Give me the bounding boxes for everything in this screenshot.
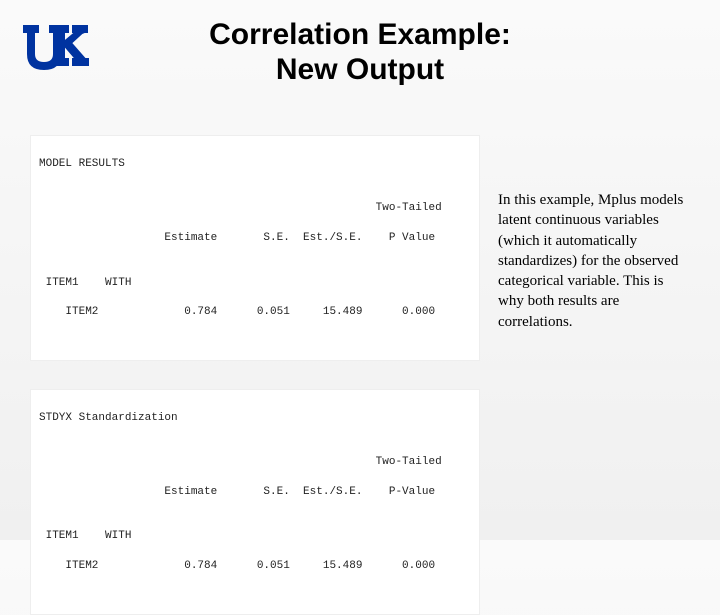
data-row: ITEM2 0.784 0.051 15.489 0.000	[39, 305, 471, 320]
model-results-panel: MODEL RESULTS Two-Tailed Estimate S.E. E…	[30, 135, 480, 361]
stdyx-panel: STDYX Standardization Two-Tailed Estimat…	[30, 389, 480, 615]
section-label: MODEL RESULTS	[39, 157, 471, 172]
header-row: Two-Tailed	[39, 455, 471, 470]
with-row: ITEM1 WITH	[39, 529, 471, 544]
data-row: ITEM2 0.784 0.051 15.489 0.000	[39, 559, 471, 574]
title-line-1: Correlation Example:	[209, 18, 511, 51]
slide-title: Correlation Example: New Output	[0, 0, 720, 87]
content-area: MODEL RESULTS Two-Tailed Estimate S.E. E…	[30, 135, 690, 615]
svg-text:®: ®	[80, 28, 86, 36]
output-column: MODEL RESULTS Two-Tailed Estimate S.E. E…	[30, 135, 480, 615]
section-label: STDYX Standardization	[39, 411, 471, 426]
uk-logo: ®	[20, 20, 90, 75]
header-row-2: Estimate S.E. Est./S.E. P-Value	[39, 485, 471, 500]
header-row-2: Estimate S.E. Est./S.E. P Value	[39, 231, 471, 246]
title-line-2: New Output	[276, 53, 444, 86]
explanation-text: In this example, Mplus models latent con…	[498, 135, 690, 615]
header-row: Two-Tailed	[39, 201, 471, 216]
with-row: ITEM1 WITH	[39, 276, 471, 291]
